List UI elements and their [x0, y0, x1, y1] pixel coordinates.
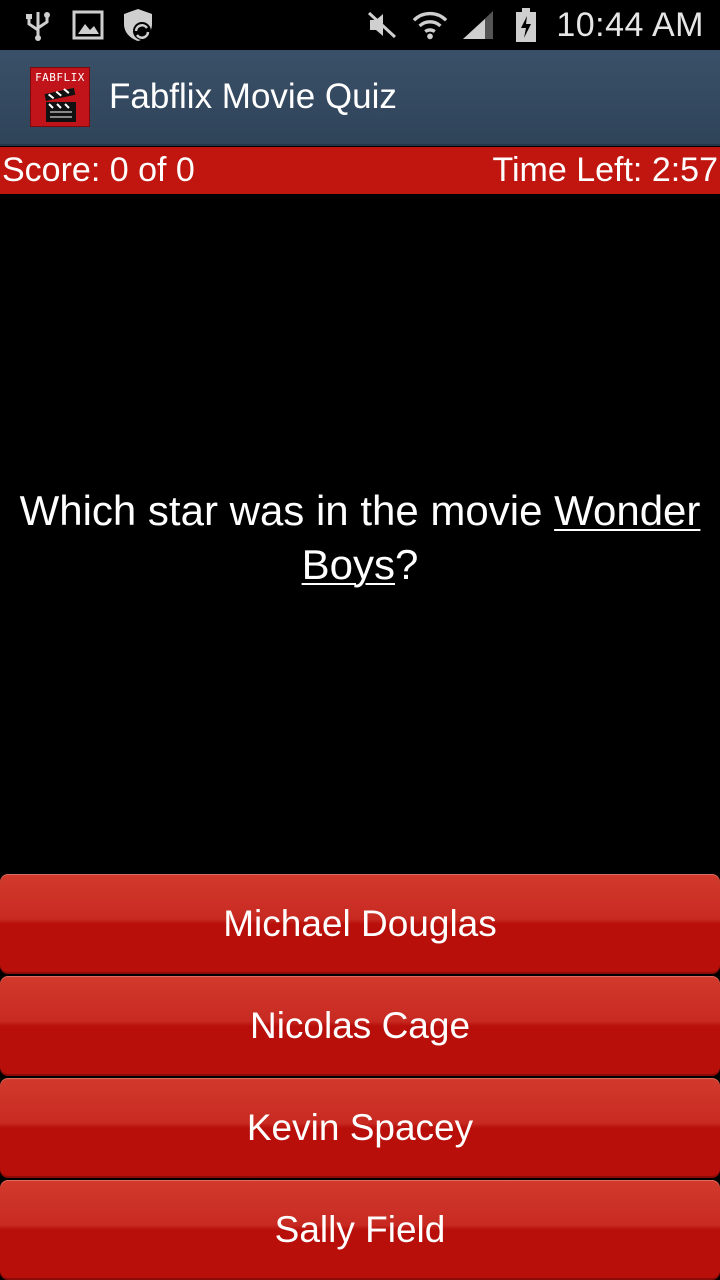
battery-charging-icon: [508, 7, 544, 43]
status-clock: 10:44 AM: [556, 5, 704, 44]
clapperboard-icon: [44, 87, 76, 122]
status-bar: 10:44 AM: [0, 0, 720, 50]
status-right-icons: 10:44 AM: [364, 6, 720, 45]
app-logo[interactable]: FABFLIX: [30, 67, 90, 127]
answer-list: Michael Douglas Nicolas Cage Kevin Space…: [0, 874, 720, 1280]
wifi-icon: [412, 7, 448, 43]
question-text: Which star was in the movie Wonder Boys?: [0, 484, 720, 592]
mute-icon: [364, 7, 400, 43]
answer-button-1[interactable]: Michael Douglas: [0, 874, 720, 974]
answer-button-3[interactable]: Kevin Spacey: [0, 1078, 720, 1178]
score-bar: Score: 0 of 0 Time Left: 2:57: [0, 147, 720, 194]
app-title: Fabflix Movie Quiz: [109, 77, 397, 116]
shield-sync-icon: [120, 7, 156, 43]
score-label: Score: 0 of 0: [2, 151, 195, 189]
quiz-screen: 10:44 AM FABFLIX Fabflix Movie Quiz Scor…: [0, 0, 720, 1280]
answer-button-2[interactable]: Nicolas Cage: [0, 976, 720, 1076]
question-suffix: ?: [395, 541, 419, 588]
question-prefix: Which star was in the movie: [19, 487, 555, 534]
action-bar: FABFLIX Fabflix Movie Quiz: [0, 50, 720, 146]
usb-icon: [20, 7, 56, 43]
status-left-icons: [0, 7, 156, 43]
time-left-label: Time Left: 2:57: [492, 151, 718, 189]
signal-icon: [460, 7, 496, 43]
gallery-icon: [70, 7, 106, 43]
answer-button-4[interactable]: Sally Field: [0, 1180, 720, 1280]
